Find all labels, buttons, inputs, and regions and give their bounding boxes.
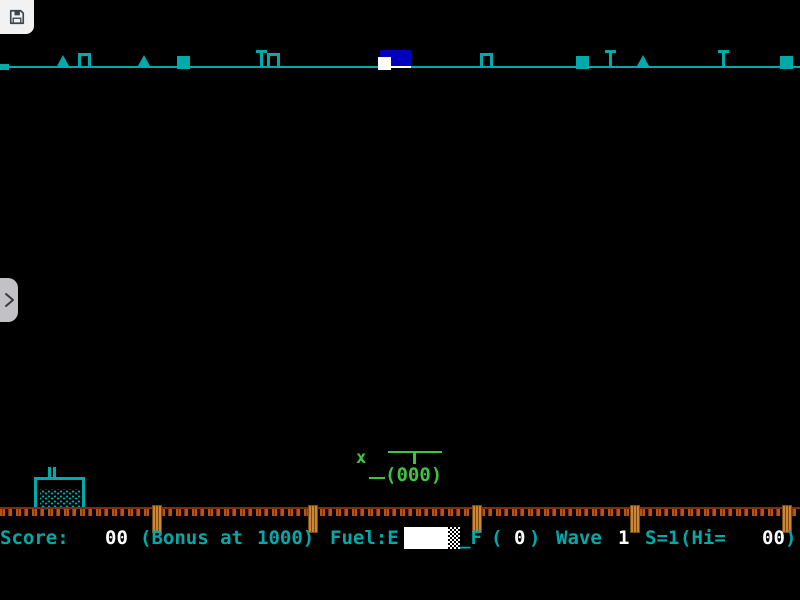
fuel-bar-dither — [448, 527, 460, 549]
ground-strip — [0, 507, 800, 516]
status-segment: (Bonus at — [140, 527, 243, 549]
status-segment: ( — [491, 527, 502, 549]
craft-body: (000) — [385, 464, 442, 486]
radar-square-icon — [177, 56, 190, 69]
craft-rotor-mast — [413, 453, 416, 464]
radar-pillars-icon — [78, 53, 91, 67]
status-segment: 1 — [618, 527, 629, 549]
status-segment: S=1 — [645, 527, 679, 549]
radar-tower-icon — [718, 50, 729, 67]
status-segment: (Hi= — [680, 527, 726, 549]
radar-square-icon — [576, 56, 589, 69]
radar-square-icon — [780, 56, 793, 69]
status-segment: ) — [529, 527, 540, 549]
status-segment: 1000) — [257, 527, 314, 549]
status-segment: 0 — [514, 527, 525, 549]
fuel-bar-solid — [404, 527, 448, 549]
floppy-disk-icon — [7, 7, 27, 27]
radar-tower-icon — [605, 50, 616, 67]
radar-viewport-line — [391, 66, 411, 68]
save-button[interactable] — [0, 0, 34, 34]
status-bar: Score: 00 (Bonus at 1000) Fuel:E _F (0) Wave 1 S=… — [0, 524, 800, 554]
craft-tail-boom — [369, 477, 385, 479]
status-segment: 00 — [762, 527, 785, 549]
radar-pillars-icon — [480, 53, 493, 67]
radar-tree-icon — [138, 55, 150, 66]
radar-block-icon — [0, 64, 9, 70]
status-segment: _F — [459, 527, 482, 549]
radar-player-marker — [378, 57, 391, 70]
chevron-right-icon — [3, 292, 15, 308]
status-segment: ) — [785, 527, 796, 549]
craft-tail-mid: ` — [358, 458, 368, 478]
status-segment: Score: — [0, 527, 69, 549]
radar-tower-icon — [256, 50, 267, 67]
status-segment: 00 — [105, 527, 128, 549]
status-segment: Wave — [556, 527, 602, 549]
panel-toggle-button[interactable] — [0, 278, 18, 322]
game-screen[interactable]: x ` (000) Score:00(Bonus at1000)Fuel:E_F… — [0, 0, 800, 600]
radar-pillars-icon — [267, 53, 280, 67]
radar-tree-icon — [637, 55, 649, 66]
status-segment: Fuel:E — [330, 527, 399, 549]
radar-tree-icon — [57, 55, 69, 66]
